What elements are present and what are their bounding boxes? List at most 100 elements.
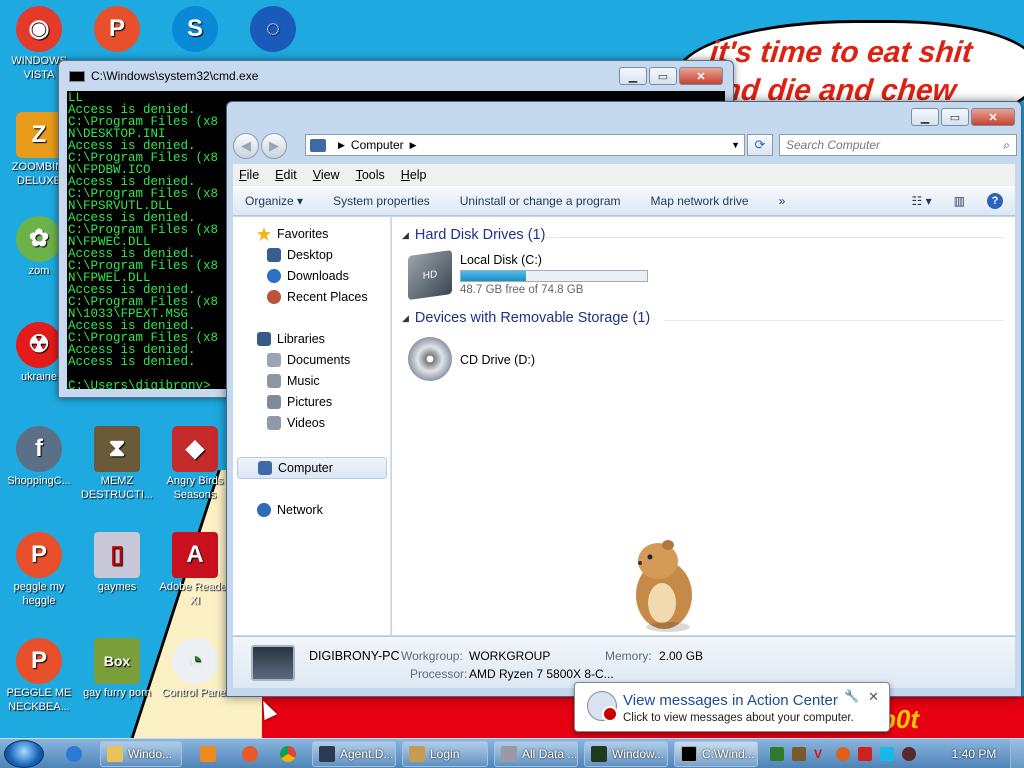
- drive-cd-d[interactable]: CD Drive (D:): [408, 337, 535, 381]
- collapse-triangle-icon[interactable]: ◢: [402, 230, 409, 241]
- desktop-icon-peggle-top[interactable]: P: [78, 6, 156, 54]
- minimize-button[interactable]: ▁: [619, 67, 647, 85]
- drive-local-disk-c[interactable]: HD Local Disk (C:) 48.7 GB free of 74.8 …: [408, 249, 648, 301]
- address-bar[interactable]: ▶ Computer ▶ ▼: [305, 134, 745, 156]
- taskbar-button-login[interactable]: Login: [402, 741, 488, 767]
- computer-icon: [310, 138, 326, 152]
- collapse-triangle-icon[interactable]: ◢: [402, 313, 409, 324]
- action-center-flag-icon[interactable]: [858, 747, 872, 761]
- nav-item-computer[interactable]: Computer: [237, 457, 387, 479]
- settings-wrench-icon[interactable]: 🔧: [844, 689, 859, 703]
- nav-item-recent-places[interactable]: Recent Places: [267, 290, 368, 304]
- uninstall-program-button[interactable]: Uninstall or change a program: [460, 194, 621, 208]
- computer-monitor-icon: [251, 645, 295, 681]
- menu-edit[interactable]: Edit: [275, 168, 297, 182]
- system-properties-button[interactable]: System properties: [333, 194, 430, 208]
- breadcrumb-arrow-icon[interactable]: ▶: [338, 140, 345, 151]
- back-button[interactable]: ◀: [233, 133, 259, 159]
- nav-item-favorites[interactable]: Favorites: [257, 227, 328, 241]
- display-icon[interactable]: [880, 747, 894, 761]
- taskbar-button-agent[interactable]: Agent.D...: [312, 741, 396, 767]
- map-network-drive-button[interactable]: Map network drive: [651, 194, 749, 208]
- tray-app-icon[interactable]: [792, 747, 806, 761]
- desktop-icon-browser[interactable]: ◌: [234, 6, 312, 54]
- taskbar-button-window[interactable]: Window...: [584, 741, 668, 767]
- desktop-icon-adobe-reader[interactable]: A Adobe Reader XI: [156, 532, 234, 608]
- help-icon[interactable]: ?: [987, 193, 1003, 209]
- paint-pinned-button[interactable]: [236, 741, 272, 767]
- search-placeholder: Search Computer: [786, 138, 881, 152]
- box-icon: Box: [94, 638, 140, 684]
- group-divider: [664, 320, 1004, 321]
- computer-icon: [258, 461, 272, 475]
- window-icon: [501, 746, 517, 762]
- show-desktop-button[interactable]: [1010, 739, 1024, 768]
- tray-app-icon[interactable]: [836, 747, 850, 761]
- nav-item-documents[interactable]: Documents: [267, 353, 350, 367]
- menu-help[interactable]: Help: [401, 168, 427, 182]
- address-location[interactable]: Computer: [351, 138, 404, 152]
- ie-pinned-button[interactable]: [60, 741, 96, 767]
- action-center-notification[interactable]: View messages in Action Center Click to …: [574, 682, 890, 732]
- maximize-button[interactable]: ▭: [941, 108, 969, 126]
- nav-item-downloads[interactable]: Downloads: [267, 269, 349, 283]
- volume-icon[interactable]: [902, 747, 916, 761]
- more-commands-button[interactable]: »: [779, 194, 786, 208]
- desktop-icon-peggle-neckbeard[interactable]: P PEGGLE ME NECKBEA...: [0, 638, 78, 714]
- nav-item-pictures[interactable]: Pictures: [267, 395, 332, 409]
- refresh-button[interactable]: ⟳: [747, 134, 773, 156]
- notification-title[interactable]: View messages in Action Center: [623, 692, 838, 709]
- recent-places-icon: [267, 290, 281, 304]
- menu-view[interactable]: View: [313, 168, 340, 182]
- libraries-icon: [257, 332, 271, 346]
- antivirus-icon[interactable]: V: [814, 747, 828, 761]
- maximize-button[interactable]: ▭: [649, 67, 677, 85]
- breadcrumb-arrow-icon[interactable]: ▶: [410, 140, 417, 151]
- nav-item-network[interactable]: Network: [257, 503, 323, 517]
- organize-button[interactable]: Organize ▾: [245, 194, 303, 208]
- internet-explorer-icon: [66, 746, 82, 762]
- desktop-icon-box[interactable]: Box gay furry porn: [78, 638, 156, 700]
- desktop-icon-gaymes[interactable]: ▯ gaymes: [78, 532, 156, 594]
- close-icon[interactable]: ✕: [868, 689, 879, 705]
- paint-icon: [242, 746, 258, 762]
- desktop-icon-peggle[interactable]: P peggle my heggle: [0, 532, 78, 608]
- desktop-icon-control-panel[interactable]: ◔ Control Panel: [156, 638, 234, 700]
- menu-file[interactable]: File: [239, 168, 259, 182]
- nav-item-libraries[interactable]: Libraries: [257, 332, 325, 346]
- taskbar-button-cmd[interactable]: C:\Wind...: [674, 741, 758, 767]
- minimize-button[interactable]: ▁: [911, 108, 939, 126]
- angry-birds-icon: ◆: [172, 426, 218, 472]
- view-options-icon[interactable]: ☷ ▾: [912, 194, 932, 208]
- desktop-icon-label: Angry Birds Seasons: [166, 475, 224, 501]
- desktop-icon-memz[interactable]: ⧗ MEMZ DESTRUCTI...: [78, 426, 156, 502]
- close-button[interactable]: ✕: [971, 108, 1015, 126]
- nav-item-desktop[interactable]: Desktop: [267, 248, 333, 262]
- explorer-window[interactable]: ▁ ▭ ✕ ◀ ▶ ▶ Computer ▶ ▼ ⟳ Search Comput…: [226, 101, 1022, 697]
- tray-app-icon[interactable]: [770, 747, 784, 761]
- forward-button[interactable]: ▶: [261, 133, 287, 159]
- processor-value: AMD Ryzen 7 5800X 8-C...: [469, 667, 614, 681]
- search-input[interactable]: Search Computer ⌕: [779, 134, 1017, 156]
- chrome-pinned-button[interactable]: [274, 741, 310, 767]
- menu-tools[interactable]: Tools: [356, 168, 385, 182]
- taskbar-button-explorer[interactable]: Windo...: [100, 741, 182, 767]
- group-header-removable-storage[interactable]: ◢ Devices with Removable Storage (1): [402, 310, 650, 326]
- media-player-pinned-button[interactable]: [194, 741, 230, 767]
- preview-pane-icon[interactable]: ▥: [954, 194, 965, 208]
- chevron-down-icon[interactable]: ▼: [731, 140, 740, 150]
- peggle-icon: P: [16, 532, 62, 578]
- zoombini-icon: Z: [16, 112, 62, 158]
- desktop-icon-angry-birds[interactable]: ◆ Angry Birds Seasons: [156, 426, 234, 502]
- desktop-icon-label: PEGGLE ME NECKBEA...: [6, 687, 72, 713]
- group-header-hard-disk-drives[interactable]: ◢ Hard Disk Drives (1): [402, 227, 545, 243]
- desktop-icon-shopping[interactable]: f ShoppingC...: [0, 426, 78, 488]
- desktop-icon-skype[interactable]: S: [156, 6, 234, 54]
- start-button[interactable]: [4, 740, 44, 768]
- nav-item-videos[interactable]: Videos: [267, 416, 325, 430]
- taskbar-button-all-data[interactable]: All Data ...: [494, 741, 578, 767]
- taskbar-clock[interactable]: 1:40 PM: [946, 739, 1002, 768]
- close-button[interactable]: ✕: [679, 67, 723, 85]
- search-icon[interactable]: ⌕: [1003, 138, 1010, 153]
- nav-item-music[interactable]: Music: [267, 374, 320, 388]
